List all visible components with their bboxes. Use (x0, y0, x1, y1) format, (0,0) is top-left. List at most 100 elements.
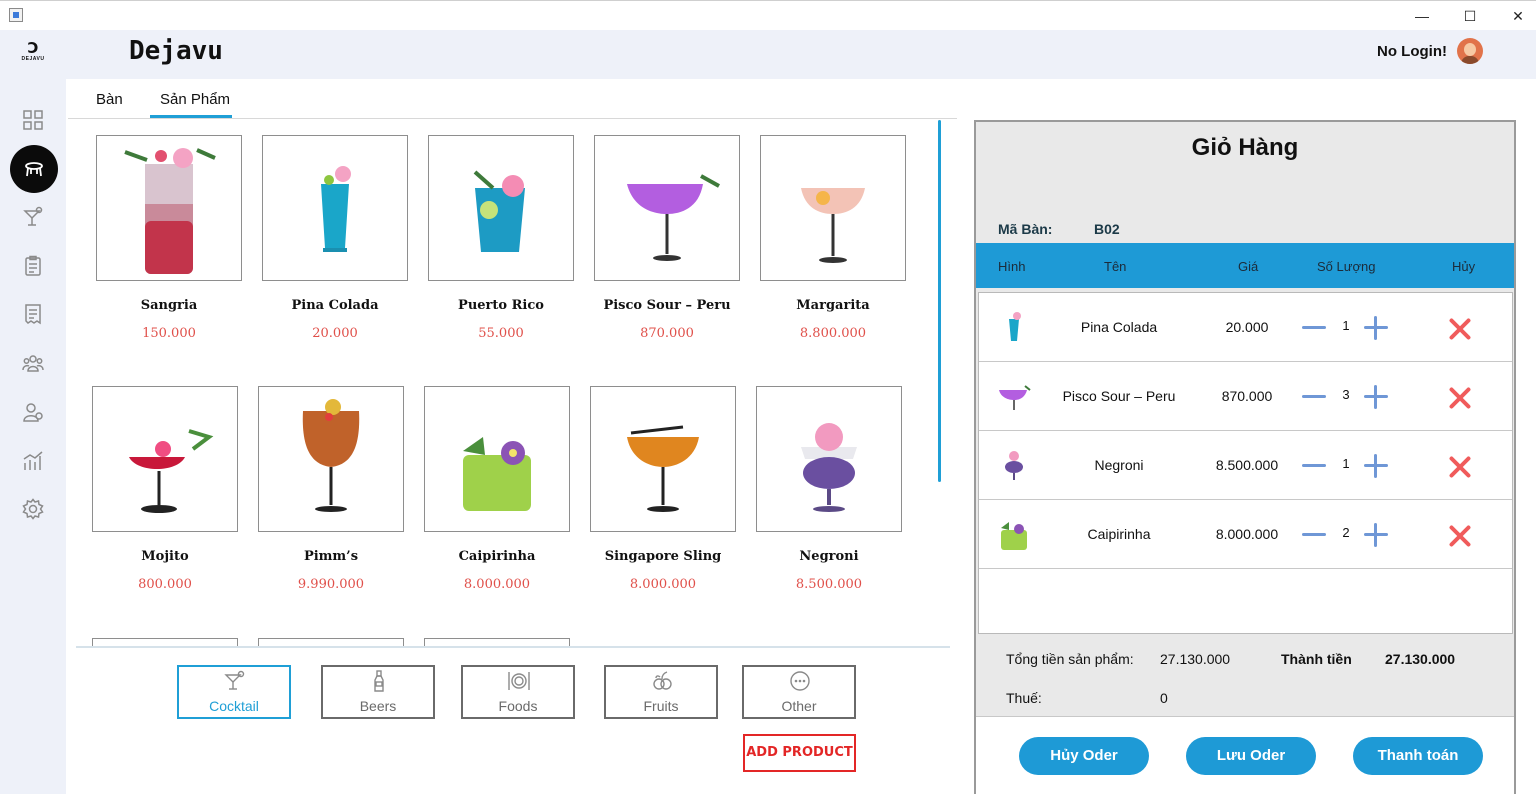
cart-title: Giỏ Hàng (1191, 134, 1299, 161)
product-card[interactable]: Sangria 150.000 (96, 135, 242, 341)
item-thumbnail (1001, 522, 1027, 550)
dashboard-icon[interactable] (21, 108, 45, 132)
product-card[interactable]: Margarita 8.800.000 (760, 135, 906, 341)
close-window-button[interactable]: ✕ (1503, 5, 1533, 27)
cart-item-name: Pisco Sour – Peru (1062, 388, 1176, 404)
customers-icon[interactable] (21, 351, 45, 375)
increase-quantity-button[interactable] (1364, 523, 1388, 547)
cart-item-price: 8.000.000 (1215, 526, 1279, 542)
product-price: 9.990.000 (297, 577, 365, 592)
column-header-quantity: Số Lượng (1317, 259, 1376, 274)
avatar-body (1461, 56, 1479, 64)
product-name: Caipirinha (458, 549, 536, 564)
decrease-quantity-button[interactable] (1302, 533, 1326, 536)
product-price: 20.000 (312, 326, 358, 341)
more-icon (790, 671, 810, 691)
checkout-button[interactable]: Thanh toán (1353, 737, 1483, 775)
category-fruits-button[interactable]: Fruits (604, 665, 718, 719)
increase-quantity-button[interactable] (1364, 316, 1388, 340)
product-price: 8.000.000 (463, 577, 531, 592)
remove-item-button[interactable] (1449, 387, 1471, 409)
product-scrollbar[interactable] (938, 120, 941, 482)
product-card[interactable]: Pina Colada 20.000 (262, 135, 408, 341)
product-price: 870.000 (640, 326, 694, 341)
total-value: 27.130.000 (1385, 651, 1456, 667)
cart-item-name: Pina Colada (1080, 319, 1158, 335)
product-name: Puerto Rico (458, 298, 544, 313)
increase-quantity-button[interactable] (1364, 385, 1388, 409)
product-price: 150.000 (142, 326, 196, 341)
cart-row: Caipirinha 8.000.000 2 (979, 500, 1512, 569)
product-card[interactable]: Singapore Sling 8.000.000 (590, 386, 736, 592)
login-status[interactable]: No Login! (1377, 43, 1447, 60)
minimize-button[interactable]: — (1407, 5, 1437, 27)
product-name: Singapore Sling (604, 549, 722, 564)
category-foods-button[interactable]: Foods (461, 665, 575, 719)
remove-item-button[interactable] (1449, 456, 1471, 478)
cart-item-quantity: 1 (1342, 318, 1350, 333)
tab-products[interactable]: Sản Phẩm (160, 91, 230, 108)
remove-item-button[interactable] (1449, 525, 1471, 547)
product-name: Pina Colada (291, 298, 379, 313)
product-card[interactable]: Puerto Rico 55.000 (428, 135, 574, 341)
maximize-button[interactable]: ☐ (1455, 5, 1485, 27)
product-grid: Sangria 150.000 Pina Colada 20.000 Puert… (76, 120, 946, 646)
category-other-button[interactable]: Other (742, 665, 856, 719)
product-name: Mojito (141, 549, 189, 564)
beer-icon (374, 670, 384, 692)
category-label: Other (781, 698, 817, 714)
clipboard-icon[interactable] (21, 254, 45, 278)
increase-quantity-button[interactable] (1364, 454, 1388, 478)
app-header (0, 30, 1536, 79)
product-card-partial (424, 638, 570, 646)
add-product-button[interactable]: ADD PRODUCT (743, 734, 856, 772)
cart-table-header: Hình Tên Giá Số Lượng Hủy (976, 243, 1514, 288)
category-beers-button[interactable]: Beers (321, 665, 435, 719)
product-image (428, 135, 574, 281)
user-avatar[interactable] (1457, 38, 1483, 64)
product-card[interactable]: Pisco Sour – Peru 870.000 (594, 135, 740, 341)
product-card-partial (258, 638, 404, 646)
tax-label: Thuế: (1006, 690, 1042, 706)
app-window: — ☐ ✕ Ↄ DEJAVU Dejavu No Login! Bàn Sản … (0, 0, 1536, 796)
logo: Ↄ DEJAVU (14, 41, 52, 68)
decrease-quantity-button[interactable] (1302, 326, 1326, 329)
cart-item-quantity: 3 (1342, 387, 1350, 402)
cancel-order-button[interactable]: Hủy Oder (1019, 737, 1149, 775)
decrease-quantity-button[interactable] (1302, 464, 1326, 467)
product-price: 8.000.000 (629, 577, 697, 592)
product-card[interactable]: Negroni 8.500.000 (756, 386, 902, 592)
remove-item-button[interactable] (1449, 318, 1471, 340)
save-order-button[interactable]: Lưu Oder (1186, 737, 1316, 775)
category-cocktail-button[interactable]: Cocktail (177, 665, 291, 719)
cart-item-price: 20.000 (1225, 319, 1269, 335)
cart-row: Pisco Sour – Peru 870.000 3 (979, 362, 1512, 431)
product-image (594, 135, 740, 281)
settings-icon[interactable] (21, 497, 45, 521)
tab-tables[interactable]: Bàn (96, 91, 123, 108)
product-card[interactable]: Pimm’s 9.990.000 (258, 386, 404, 592)
staff-icon[interactable] (21, 400, 45, 424)
cart-item-quantity: 1 (1342, 456, 1350, 471)
column-header-remove: Hủy (1452, 259, 1476, 274)
cart-item-price: 8.500.000 (1215, 457, 1279, 473)
category-label: Cocktail (209, 698, 259, 714)
product-card[interactable]: Caipirinha 8.000.000 (424, 386, 570, 592)
receipt-icon[interactable] (21, 302, 45, 326)
item-thumbnail (1009, 312, 1021, 341)
stats-icon[interactable] (21, 449, 45, 473)
product-card[interactable]: Mojito 800.000 (92, 386, 238, 592)
cart-item-name: Caipirinha (1087, 526, 1151, 542)
table-icon[interactable] (10, 145, 58, 193)
item-thumbnail (1005, 451, 1023, 480)
active-tab-indicator (150, 115, 232, 118)
column-header-name: Tên (1104, 259, 1127, 274)
column-header-price: Giá (1238, 259, 1259, 274)
decrease-quantity-button[interactable] (1302, 395, 1326, 398)
cart-actions: Hủy Oder Lưu Oder Thanh toán (976, 716, 1514, 796)
product-name: Margarita (796, 298, 870, 313)
cocktail-icon[interactable] (21, 205, 45, 229)
product-price: 8.500.000 (795, 577, 863, 592)
category-label: Fruits (643, 698, 679, 714)
product-name: Sangria (140, 298, 198, 313)
